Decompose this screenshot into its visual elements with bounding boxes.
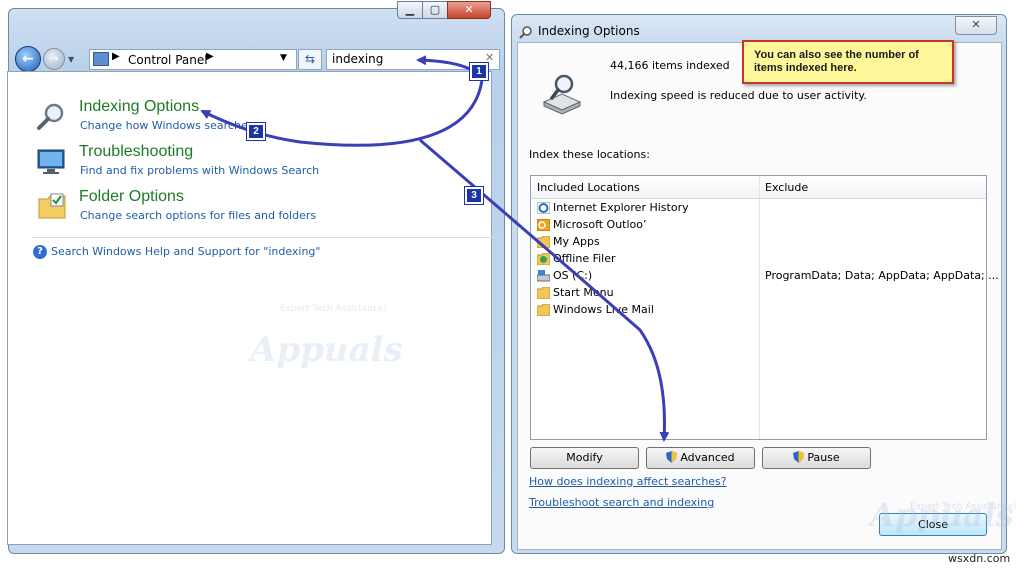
- watermark-tagline: Expert Tech Assistance!: [280, 304, 387, 314]
- result-title-troubleshooting[interactable]: Troubleshooting: [79, 143, 193, 161]
- back-button[interactable]: ←: [15, 46, 41, 72]
- help-icon: ?: [33, 245, 47, 259]
- control-panel-icon: [93, 52, 109, 66]
- column-header-included[interactable]: Included Locations: [537, 181, 640, 194]
- ie-icon: [537, 202, 550, 214]
- folder-icon: [537, 236, 550, 248]
- watermark-brand: Appuals: [870, 496, 1014, 534]
- step-badge-3: 3: [464, 186, 484, 205]
- dialog-title: Indexing Options: [538, 24, 640, 38]
- step-badge-1: 1: [469, 62, 489, 81]
- minimize-button[interactable]: ▁: [397, 1, 423, 19]
- indexing-options-icon: [519, 26, 532, 39]
- recent-pages-dropdown[interactable]: ▼: [68, 55, 74, 64]
- location-name: Offline Filer: [553, 252, 616, 265]
- refresh-button[interactable]: ⇆: [298, 49, 322, 70]
- maximize-icon: ▢: [429, 3, 441, 16]
- indexing-status-text: Indexing speed is reduced due to user ac…: [610, 89, 867, 102]
- help-search-link[interactable]: Search Windows Help and Support for "ind…: [51, 245, 320, 258]
- results-divider: [32, 237, 495, 238]
- location-name: My Apps: [553, 235, 600, 248]
- indexing-drive-icon: [542, 74, 582, 115]
- address-dropdown-icon[interactable]: ▼: [280, 53, 287, 63]
- troubleshooting-icon[interactable]: [36, 146, 66, 176]
- watermark-brand: Appuals: [250, 330, 403, 370]
- result-link-change-search-options[interactable]: Change search options for files and fold…: [80, 209, 316, 222]
- minimize-icon: ▁: [405, 3, 415, 16]
- callout-note: You can also see the number of items ind…: [742, 40, 954, 84]
- uac-shield-icon: [793, 451, 805, 463]
- list-item[interactable]: Internet Explorer History: [537, 200, 987, 217]
- outlook-icon: [537, 219, 550, 231]
- search-value[interactable]: indexing: [332, 52, 383, 66]
- back-arrow-icon: ←: [22, 51, 34, 67]
- index-locations-label: Index these locations:: [529, 148, 650, 161]
- site-credit: wsxdn.com: [948, 552, 1011, 565]
- how-indexing-affects-searches-link[interactable]: How does indexing affect searches?: [529, 475, 727, 488]
- folder-icon: [537, 304, 550, 316]
- folder-options-icon[interactable]: [37, 191, 67, 221]
- location-name: Windows Live Mail: [553, 303, 654, 316]
- location-name: OS (C:): [553, 269, 593, 282]
- close-window-button[interactable]: ✕: [447, 1, 491, 19]
- locations-list[interactable]: Included Locations Exclude Internet Expl…: [530, 175, 999, 440]
- pause-button-label: Pause: [807, 451, 840, 464]
- list-item[interactable]: Start Menu: [537, 285, 987, 302]
- troubleshoot-search-link[interactable]: Troubleshoot search and indexing: [529, 496, 714, 509]
- list-item[interactable]: Microsoft Outloo’: [537, 217, 987, 234]
- address-bar[interactable]: ▶ Control Panel ▶ ▼: [89, 49, 297, 70]
- list-item[interactable]: Windows Live Mail: [537, 302, 987, 319]
- advanced-button[interactable]: Advanced: [646, 447, 755, 469]
- magnifier-icon[interactable]: [36, 101, 66, 131]
- advanced-button-label: Advanced: [680, 451, 735, 464]
- result-link-find-fix-problems[interactable]: Find and fix problems with Windows Searc…: [80, 164, 319, 177]
- location-name: Microsoft Outloo’: [553, 218, 647, 231]
- forward-arrow-icon: →: [49, 52, 59, 65]
- modify-button[interactable]: Modify: [530, 447, 639, 469]
- result-title-indexing-options[interactable]: Indexing Options: [79, 98, 199, 116]
- step-badge-2: 2: [246, 122, 266, 141]
- result-title-folder-options[interactable]: Folder Options: [79, 188, 184, 206]
- pause-button[interactable]: Pause: [762, 447, 871, 469]
- forward-button[interactable]: →: [43, 48, 65, 70]
- callout-text: You can also see the number of items ind…: [754, 49, 919, 74]
- breadcrumb-separator-icon[interactable]: ▶: [206, 51, 214, 62]
- refresh-icon: ⇆: [304, 52, 316, 66]
- location-name: Start Menu: [553, 286, 614, 299]
- items-indexed-count: 44,166 items indexed: [610, 59, 730, 72]
- location-name: Internet Explorer History: [553, 201, 689, 214]
- close-icon: ✕: [971, 18, 981, 31]
- close-icon: ✕: [464, 3, 474, 16]
- folder-icon: [537, 287, 550, 299]
- appuals-watermark-corner: Expert Tech Assistance! Appuals: [840, 470, 1020, 550]
- offline-files-icon: [537, 253, 550, 265]
- location-exclude: ProgramData; Data; AppData; AppData; ...: [765, 269, 999, 282]
- column-header-exclude[interactable]: Exclude: [765, 181, 808, 194]
- dialog-close-button[interactable]: ✕: [955, 16, 997, 35]
- appuals-watermark: Expert Tech Assistance! Appuals: [232, 300, 422, 380]
- modify-button-label: Modify: [566, 451, 603, 464]
- list-item[interactable]: My Apps: [537, 234, 987, 251]
- result-link-change-how-windows-searches[interactable]: Change how Windows searches: [80, 119, 253, 132]
- drive-icon: [537, 270, 550, 282]
- uac-shield-icon: [666, 451, 678, 463]
- breadcrumb-separator-icon[interactable]: ▶: [112, 51, 120, 62]
- breadcrumb-control-panel[interactable]: Control Panel: [128, 53, 208, 67]
- list-item[interactable]: Offline Filer: [537, 251, 987, 268]
- maximize-button[interactable]: ▢: [422, 1, 448, 19]
- list-item[interactable]: OS (C:) ProgramData; Data; AppData; AppD…: [537, 268, 999, 285]
